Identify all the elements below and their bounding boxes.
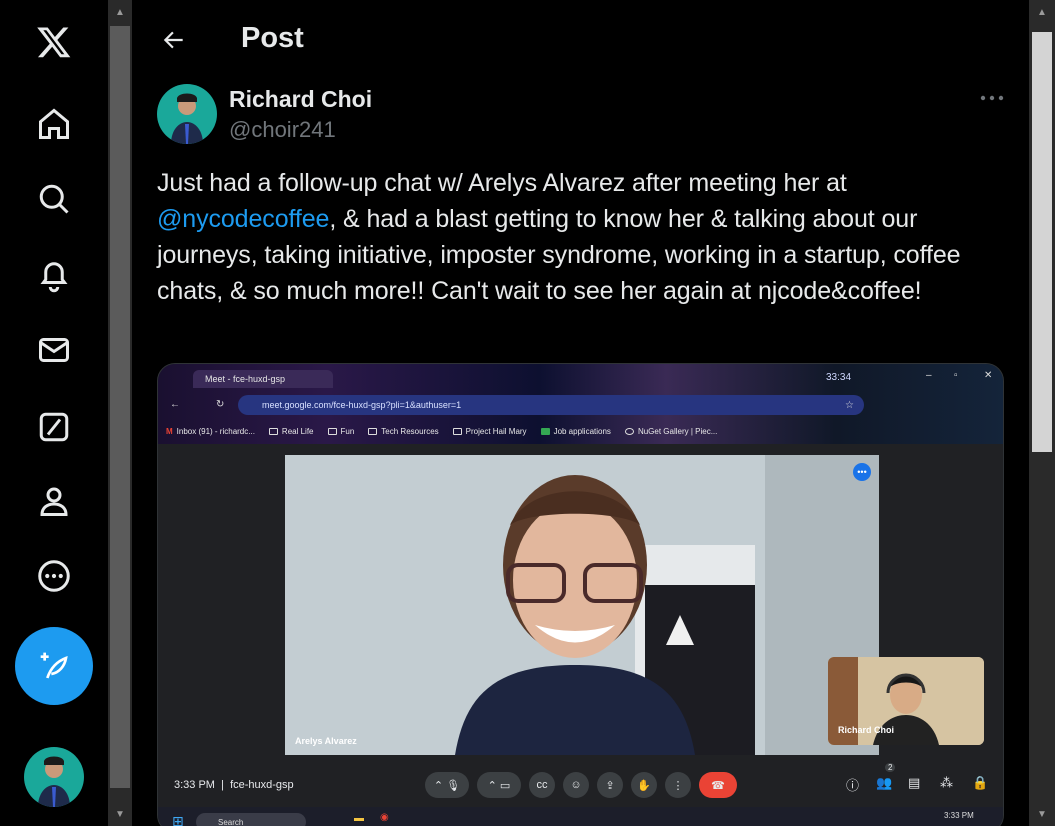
end-call-icon: ☎ [699,772,737,798]
scroll-up-arrow-icon[interactable]: ▲ [108,2,132,22]
bookmark-item: Fun [327,427,354,436]
notifications-icon[interactable] [24,245,84,305]
browser-back-icon: ← [170,399,180,410]
meet-call-area: Arelys Alvarez ••• Richard Choi 3:33 PM … [158,444,1003,826]
file-explorer-icon: ▬ [354,813,364,824]
activities-icon: ⁂ [940,775,953,790]
address-bar: meet.google.com/fce-huxd-gsp?pli=1&authu… [238,395,864,415]
bookmark-star-icon: ☆ [845,400,854,411]
profile-icon[interactable] [24,471,84,531]
folder-icon [368,427,378,435]
sheets-icon [540,427,550,435]
raise-hand-icon: ✋ [631,772,657,798]
meet-separator: | [221,779,224,791]
meet-code: fce-huxd-gsp [230,779,294,791]
post-header: Post [132,0,1029,78]
search-icon[interactable] [24,169,84,229]
maximize-icon: ▫ [954,370,958,381]
author-avatar[interactable] [157,84,217,144]
author-name[interactable]: Richard Choi [229,86,372,113]
captions-icon: cc [529,772,555,798]
grok-icon[interactable] [24,397,84,457]
bookmark-item: Real Life [268,427,314,436]
post-text-before: Just had a follow-up chat w/ Arelys Alva… [157,169,847,197]
camera-icon: ⌃ ▭ [477,772,521,798]
bookmark-item: Job applications [540,427,611,436]
windows-taskbar: ⊞ Search ▬ ◉ 3:33 PM [158,807,1003,826]
page-scroll-up-icon[interactable]: ▲ [1030,2,1054,22]
more-icon[interactable] [24,546,84,606]
left-scrollbar[interactable]: ▲ ▼ [108,0,132,826]
messages-icon[interactable] [24,320,84,380]
chat-icon: ▤ [908,775,921,790]
mention-link[interactable]: @nycodecoffee [157,205,329,233]
participant-options-icon: ••• [853,463,871,481]
clock-text: 33:34 [826,372,852,383]
bookmark-item: Project Hail Mary [452,427,527,436]
self-participant-name: Richard Choi [838,725,895,735]
taskbar-search-label: Search [218,817,244,826]
post-text: Just had a follow-up chat w/ Arelys Alva… [157,165,1017,309]
page-scrollbar-thumb[interactable] [1032,32,1052,452]
meet-more-icon: ⋮ [665,772,691,798]
emoji-icon: ☺ [563,772,589,798]
meet-time: 3:33 PM [174,779,215,791]
people-count: 2 [885,763,896,772]
compose-post-button[interactable] [15,627,93,705]
meet-time-and-code: 3:33 PM | fce-huxd-gsp [174,779,294,791]
more-options-icon[interactable] [974,84,1010,112]
self-video-tile: Richard Choi [828,657,984,745]
minimize-icon: – [926,370,932,381]
folder-icon [327,427,337,435]
scroll-down-arrow-icon[interactable]: ▼ [108,804,132,824]
browser-tab: Meet - fce-huxd-gsp [193,370,333,388]
document-icon [452,427,462,435]
left-scrollbar-thumb[interactable] [110,26,130,788]
back-arrow-icon[interactable] [156,22,192,58]
address-url: meet.google.com/fce-huxd-gsp?pli=1&authu… [262,400,462,410]
chrome-icon: ◉ [380,812,389,823]
browser-tab-title: Meet - fce-huxd-gsp [205,374,286,384]
feather-plus-icon [40,652,68,679]
close-window-icon: ✕ [984,370,993,381]
post-media-image[interactable]: Meet - fce-huxd-gsp 33:34 – ▫ ✕ ← ↻ meet… [157,363,1004,826]
windows-start-icon: ⊞ [172,813,184,826]
browser-chrome: Meet - fce-huxd-gsp 33:34 – ▫ ✕ ← ↻ meet… [158,364,1003,444]
page-scrollbar[interactable]: ▲ ▼ [1029,0,1055,826]
reload-icon: ↻ [216,399,225,410]
page-scroll-down-icon[interactable]: ▼ [1030,804,1054,824]
bookmark-item: Tech Resources [368,427,439,436]
nuget-icon [624,427,634,435]
page-title: Post [241,22,304,54]
author-handle[interactable]: @choir241 [229,117,336,143]
post-detail: Post Richard Choi @choir241 Just had a f… [132,0,1029,826]
bookmark-item: NuGet Gallery | Piec... [624,427,717,436]
meet-controls-bar: 3:33 PM | fce-huxd-gsp ⌃ 🎙 ⌃ ▭ cc ☺ ⇪ ✋ … [158,763,1003,803]
main-participant-name: Arelys Alvarez [295,736,357,746]
taskbar-clock: 3:33 PM [944,811,974,820]
participant-photo [285,455,879,755]
bookmark-item: M Inbox (91) - richardc... [166,426,255,436]
meeting-info-icon: ⓘ [846,778,860,793]
host-controls-icon: 🔒 [972,775,989,790]
present-screen-icon: ⇪ [597,772,623,798]
taskbar-search: Search [196,813,306,826]
microphone-icon: ⌃ 🎙 [425,772,469,798]
people-icon: 👥 [876,775,893,790]
account-avatar[interactable] [24,747,84,807]
home-icon[interactable] [24,94,84,154]
participant-video-main: Arelys Alvarez [285,455,879,755]
x-logo-icon[interactable] [24,12,84,72]
left-nav [0,0,108,826]
folder-icon [268,427,278,435]
bookmarks-bar: M Inbox (91) - richardc... Real Life Fun … [166,422,996,440]
gmail-icon: M [166,426,173,436]
